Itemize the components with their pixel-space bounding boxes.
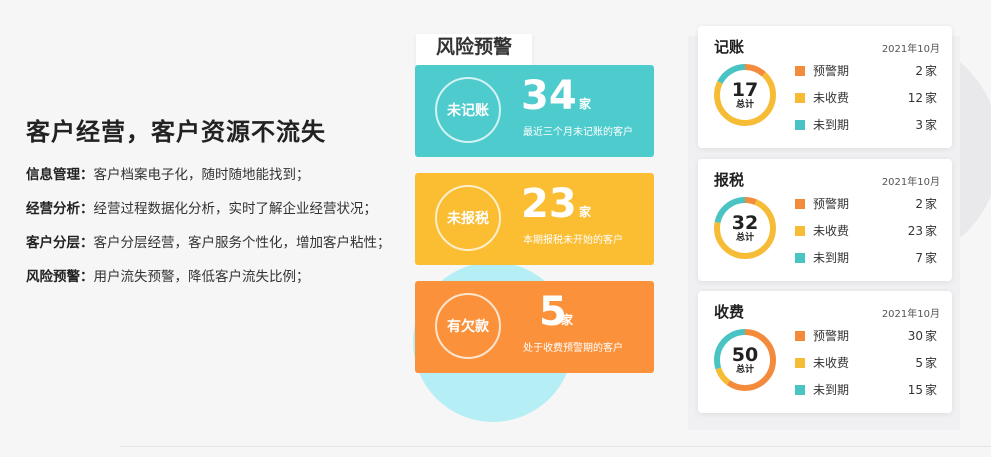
donut-total: 50 [731,343,759,366]
legend-unit: 家 [924,224,937,238]
legend-swatch [795,199,805,209]
risk-card-ring-label: 未报税 [435,185,501,251]
legend-label: 未到期 [813,251,850,265]
risk-card-value: 34 [521,73,577,119]
donut-total-label: 总计 [735,364,754,375]
legend-unit: 家 [924,197,937,211]
legend-value: 30 [907,329,923,343]
intro-item-text: 经营过程数据化分析，实时了解企业经营状况； [93,201,378,217]
legend-row: 未收费 23 家 [795,222,937,240]
legend-unit: 家 [924,356,937,370]
risk-card-unit: 家 [561,313,574,327]
legend-unit: 家 [924,383,937,397]
legend-row: 预警期 2 家 [795,195,937,213]
legend-swatch [795,253,805,263]
legend-unit: 家 [924,329,937,343]
legend-row: 未到期 7 家 [795,249,937,267]
stat-card-date: 2021年10月 [881,44,940,55]
legend-label: 未收费 [813,91,850,105]
intro-item-text: 客户档案电子化，随时随地能找到； [93,167,310,183]
risk-card-ring-label: 未记账 [435,77,501,143]
legend-unit: 家 [924,91,937,105]
intro-title: 客户经营，客户资源不流失 [26,118,326,146]
risk-card-unbooked[interactable]: 未记账 34 家 最近三个月未记账的客户 [415,65,654,157]
stat-card-title: 报税 [714,171,745,189]
intro-section: 客户经营，客户资源不流失 信息管理：客户档案电子化，随时随地能找到； 经营分析：… [26,112,416,301]
stat-card-tax[interactable]: 报税 2021年10月 32 总计 预警期 2 家 未收费 23 家 未到期 7 家 [698,159,952,281]
donut-chart: 50 总计 [712,327,778,393]
divider-line [120,446,991,447]
legend-swatch [795,226,805,236]
legend-row: 未收费 12 家 [795,89,937,107]
legend-unit: 家 [924,118,937,132]
intro-item-text: 用户流失预警，降低客户流失比例； [93,269,310,285]
intro-item-label: 信息管理： [26,167,94,183]
legend-label: 预警期 [813,329,850,343]
legend-unit: 家 [924,64,937,78]
legend-label: 预警期 [813,197,850,211]
legend-label: 未收费 [813,224,850,238]
stat-card-title: 记账 [714,38,745,56]
donut-total-label: 总计 [735,99,754,110]
intro-item-label: 风险预警： [26,269,94,285]
donut-chart: 17 总计 [712,62,778,128]
legend-value: 3 [915,118,923,132]
legend-label: 未到期 [813,118,850,132]
legend-swatch [795,358,805,368]
donut-total: 32 [731,211,759,234]
top-fade [688,0,968,8]
stat-card-bookkeeping[interactable]: 记账 2021年10月 17 总计 预警期 2 家 未收费 12 家 未到期 3 家 [698,26,952,148]
legend-swatch [795,66,805,76]
intro-item-label: 客户分层： [26,235,94,251]
legend-value: 12 [907,91,923,105]
legend-label: 预警期 [813,64,850,78]
risk-card-unit: 家 [579,205,592,219]
legend-unit: 家 [924,251,937,265]
stat-card-title: 收费 [714,303,745,321]
legend-swatch [795,385,805,395]
legend-value: 5 [915,356,923,370]
stat-card-date: 2021年10月 [881,177,940,188]
legend-value: 2 [915,197,923,211]
legend-value: 23 [907,224,923,238]
legend-row: 预警期 30 家 [795,327,937,345]
legend-swatch [795,120,805,130]
risk-card-desc: 最近三个月未记账的客户 [523,127,633,138]
intro-item-info: 信息管理：客户档案电子化，随时随地能找到； [26,165,416,199]
donut-total: 17 [731,78,759,101]
donut-chart: 32 总计 [712,195,778,261]
risk-card-value: 23 [521,181,577,227]
intro-item-tiering: 客户分层：客户分层经营，客户服务个性化，增加客户粘性； [26,233,416,267]
intro-item-analysis: 经营分析：经营过程数据化分析，实时了解企业经营状况； [26,199,416,233]
stat-card-fees[interactable]: 收费 2021年10月 50 总计 预警期 30 家 未收费 5 家 未到期 15 家 [698,291,952,413]
legend-row: 预警期 2 家 [795,62,937,80]
legend-label: 未收费 [813,356,850,370]
legend-swatch [795,93,805,103]
risk-card-untaxed[interactable]: 未报税 23 家 本期报税未开始的客户 [415,173,654,265]
risk-card-unit: 家 [579,97,592,111]
legend-row: 未到期 3 家 [795,116,937,134]
legend-value: 2 [915,64,923,78]
intro-item-risk: 风险预警：用户流失预警，降低客户流失比例； [26,267,416,301]
stat-card-date: 2021年10月 [881,309,940,320]
legend-value: 15 [907,383,923,397]
risk-card-arrears[interactable]: 有欠款 5 家 处于收费预警期的客户 [415,281,654,373]
legend-label: 未到期 [813,383,850,397]
intro-item-text: 客户分层经营，客户服务个性化，增加客户粘性； [93,235,391,251]
risk-warning-title: 风险预警 [416,34,532,68]
risk-card-desc: 本期报税未开始的客户 [523,235,623,246]
legend-swatch [795,331,805,341]
intro-item-label: 经营分析： [26,201,94,217]
legend-value: 7 [915,251,923,265]
donut-total-label: 总计 [735,232,754,243]
risk-card-ring-label: 有欠款 [435,293,501,359]
risk-card-desc: 处于收费预警期的客户 [523,343,623,354]
legend-row: 未到期 15 家 [795,381,937,399]
legend-row: 未收费 5 家 [795,354,937,372]
